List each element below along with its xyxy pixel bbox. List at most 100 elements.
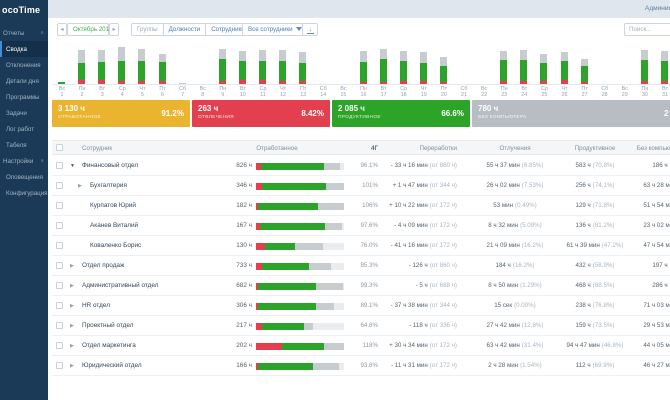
search-input[interactable] [624, 23, 670, 36]
row-checkbox[interactable] [56, 262, 63, 269]
chart-day-number: 19 [420, 92, 427, 98]
sidebar-item[interactable]: Детали дня [0, 73, 48, 89]
row-checkbox[interactable] [56, 242, 63, 249]
chart-day[interactable]: Чт 26 [555, 40, 575, 98]
chart-day[interactable]: Ср 4 [112, 40, 132, 98]
expander-icon[interactable]: ▶ [70, 303, 74, 309]
sidebar-item[interactable]: Сводка [0, 41, 48, 57]
chart-day[interactable]: Сб 7 [173, 40, 193, 98]
away-value-main: 63 ч 42 мин [486, 342, 520, 349]
chart-day[interactable]: Пн 16 [354, 40, 374, 98]
sidebar-item[interactable]: Табеля [0, 137, 48, 153]
table-row[interactable]: ▶ HR отдел 306 ч 89.1% - 37 ч 38 мин (от 344 … [52, 296, 670, 316]
table-row[interactable]: ▶ Отдел продаж 733 ч 85.3% - 126 ч (от 860 ч)… [52, 256, 670, 276]
tab-button[interactable]: Должности [163, 23, 207, 36]
overwork-value-detail: (от 172 ч) [429, 222, 457, 229]
table-row[interactable]: Курпатов Юрий 182 ч 106% + 10 ч 22 мин (от 1… [52, 196, 670, 216]
chart-day[interactable]: Пт 6 [153, 40, 173, 98]
row-checkbox[interactable] [56, 322, 63, 329]
col-away[interactable]: Отлучения [480, 145, 550, 152]
chart-day[interactable]: Вт 31 [655, 40, 670, 98]
expander-icon[interactable]: ▶ [70, 263, 74, 269]
table-row[interactable]: Коваленко Борис 130 ч 76.0% - 41 ч 16 мин (о… [52, 236, 670, 256]
expander-icon[interactable]: ▶ [70, 283, 74, 289]
chart-day[interactable]: Сб 14 [313, 40, 333, 98]
sidebar-item[interactable]: Программы [0, 89, 48, 105]
next-month-button[interactable]: ▸ [109, 23, 119, 36]
download-button[interactable]: ↓ [302, 23, 318, 36]
row-checkbox[interactable] [56, 362, 63, 369]
chart-day[interactable]: Вс 15 [333, 40, 353, 98]
worked-bar [256, 242, 344, 250]
sidebar-item[interactable]: Настройки ∨ [0, 153, 48, 169]
sidebar-item[interactable]: Отклонения [0, 57, 48, 73]
sidebar-item[interactable]: Лог работ [0, 121, 48, 137]
month-selector[interactable]: Октябрь 2017 [67, 23, 112, 36]
table-row[interactable]: ▼ Финансовый отдел 826 ч 96.1% - 33 ч 16 мин… [52, 156, 670, 176]
no-computer-value-main: 47 ч 54 мин [643, 242, 670, 249]
select-all-checkbox[interactable] [56, 144, 63, 151]
no-computer-value: 51 ч 54 мин [616, 202, 670, 209]
chart-day[interactable]: Вс 1 [52, 40, 72, 98]
chart-day[interactable]: Сб 28 [595, 40, 615, 98]
chart-day[interactable]: Сб 21 [454, 40, 474, 98]
bar-segment-gray [178, 83, 186, 84]
chart-day[interactable]: Ср 11 [253, 40, 273, 98]
col-no-computer[interactable]: Без компьютера [616, 145, 670, 152]
row-checkbox[interactable] [56, 182, 63, 189]
table-row[interactable]: ▶ Отдел маркетинга 202 ч 118% + 30 ч 34 мин(… [52, 336, 670, 356]
chart-day[interactable]: Чт 19 [414, 40, 434, 98]
row-checkbox[interactable] [56, 222, 63, 229]
prev-month-button[interactable]: ◂ [57, 23, 67, 36]
col-overwork[interactable]: Переработки [387, 145, 458, 152]
expander-icon[interactable]: ▶ [70, 343, 74, 349]
chart-day[interactable]: Пн 23 [494, 40, 514, 98]
table-row[interactable]: ▶ Юридический отдел 166 ч 93.6% - 11 ч 31 ми… [52, 356, 670, 376]
chart-day[interactable]: Пн 2 [72, 40, 92, 98]
sidebar-item[interactable]: Задачи [0, 105, 48, 121]
col-worked[interactable]: Отработанное [212, 145, 342, 152]
chart-day[interactable]: Ср 25 [534, 40, 554, 98]
sidebar-item[interactable]: Конфигурация [0, 185, 48, 201]
chart-day[interactable]: Пт 13 [293, 40, 313, 98]
expander-icon[interactable]: ▼ [70, 163, 75, 169]
chart-day[interactable]: Вс 8 [193, 40, 213, 98]
row-checkbox[interactable] [56, 202, 63, 209]
table-row[interactable]: ▶ Проектный отдел 217 ч 64.6% - 118 ч (от 336… [52, 316, 670, 336]
sidebar-item[interactable]: Отчеты ∧ [0, 25, 48, 41]
current-user[interactable]: Администратор [645, 5, 670, 12]
table-row[interactable]: Аканев Виталий 167 ч 97.6% - 4 ч 09 мин (от … [52, 216, 670, 236]
no-computer-value-main: 63 ч 28 мин [643, 182, 670, 189]
chart-day[interactable]: Вт 10 [233, 40, 253, 98]
chart-day[interactable]: Пт 27 [575, 40, 595, 98]
chart-day[interactable]: Чт 12 [273, 40, 293, 98]
sidebar-item[interactable]: Оповещения [0, 169, 48, 185]
worked-bar-gray [315, 302, 335, 310]
chart-day[interactable]: Вс 29 [615, 40, 635, 98]
no-computer-value: 186 ч [616, 162, 670, 169]
bar-segment-red [359, 82, 367, 84]
chart-day[interactable]: Ср 18 [394, 40, 414, 98]
table-row[interactable]: ▶ Административный отдел 682 ч 99.3% - 5 ч (о… [52, 276, 670, 296]
chart-day[interactable]: Пт 20 [434, 40, 454, 98]
expander-icon[interactable]: ▶ [70, 363, 74, 369]
expander-icon[interactable]: ▶ [78, 183, 82, 189]
row-checkbox[interactable] [56, 282, 63, 289]
row-checkbox[interactable] [56, 342, 63, 349]
chart-day[interactable]: Вс 22 [474, 40, 494, 98]
worked-bar-green [264, 242, 295, 250]
chart-day[interactable]: Пн 30 [635, 40, 655, 98]
chart-day[interactable]: Чт 5 [132, 40, 152, 98]
chart-day[interactable]: Вт 3 [92, 40, 112, 98]
col-norm[interactable]: 4Г [350, 145, 378, 152]
row-checkbox[interactable] [56, 162, 63, 169]
table-row[interactable]: ▶ Бухгалтерия 346 ч 101% + 1 ч 47 мин (от 344… [52, 176, 670, 196]
chart-day[interactable]: Вт 17 [374, 40, 394, 98]
tab-button[interactable]: Группы [131, 23, 164, 36]
expander-icon[interactable]: ▶ [70, 323, 74, 329]
employee-filter-dropdown[interactable]: Все сотрудники [242, 23, 308, 36]
chart-day[interactable]: Вт 24 [514, 40, 534, 98]
row-checkbox[interactable] [56, 302, 63, 309]
chart-day[interactable]: Пн 9 [213, 40, 233, 98]
col-employee[interactable]: Сотрудник [82, 145, 112, 152]
